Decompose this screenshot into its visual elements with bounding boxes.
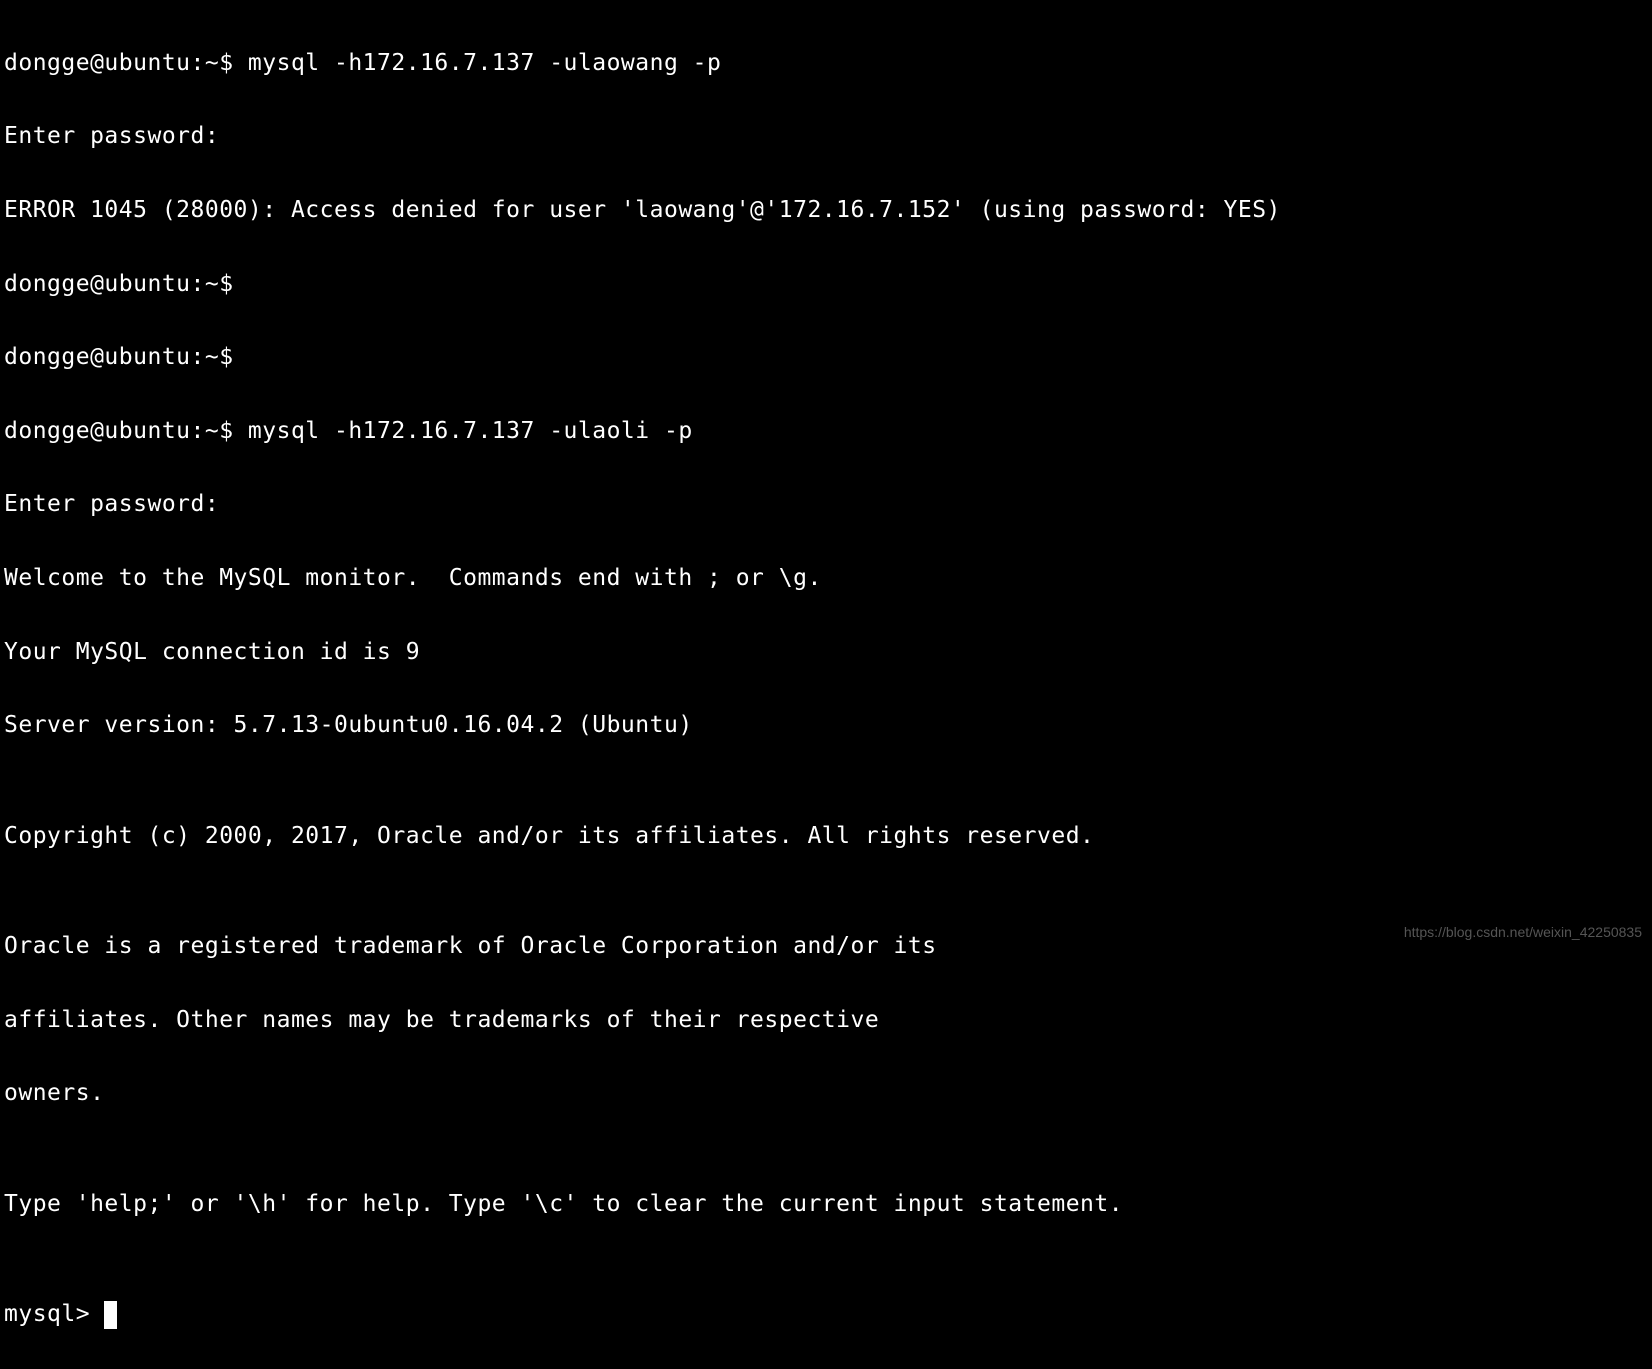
terminal-line: affiliates. Other names may be trademark… [4, 1002, 1648, 1039]
terminal-line: dongge@ubuntu:~$ [4, 266, 1648, 303]
terminal-line: owners. [4, 1075, 1648, 1112]
terminal-line: dongge@ubuntu:~$ mysql -h172.16.7.137 -u… [4, 45, 1648, 82]
terminal-line: Server version: 5.7.13-0ubuntu0.16.04.2 … [4, 707, 1648, 744]
cursor-icon [104, 1301, 117, 1329]
terminal-line: Type 'help;' or '\h' for help. Type '\c'… [4, 1186, 1648, 1223]
terminal-line: Enter password: [4, 486, 1648, 523]
terminal-line: Welcome to the MySQL monitor. Commands e… [4, 560, 1648, 597]
terminal-line: Oracle is a registered trademark of Orac… [4, 928, 1648, 965]
terminal-line: Copyright (c) 2000, 2017, Oracle and/or … [4, 818, 1648, 855]
terminal-line: Your MySQL connection id is 9 [4, 634, 1648, 671]
terminal-line: dongge@ubuntu:~$ mysql -h172.16.7.137 -u… [4, 413, 1648, 450]
mysql-prompt: mysql> [4, 1301, 104, 1327]
terminal-line: dongge@ubuntu:~$ [4, 339, 1648, 376]
terminal-line: Enter password: [4, 118, 1648, 155]
mysql-prompt-line[interactable]: mysql> [4, 1296, 1648, 1333]
terminal-line: ERROR 1045 (28000): Access denied for us… [4, 192, 1648, 229]
terminal-window[interactable]: dongge@ubuntu:~$ mysql -h172.16.7.137 -u… [4, 8, 1648, 1369]
watermark-text: https://blog.csdn.net/weixin_42250835 [1404, 921, 1642, 943]
